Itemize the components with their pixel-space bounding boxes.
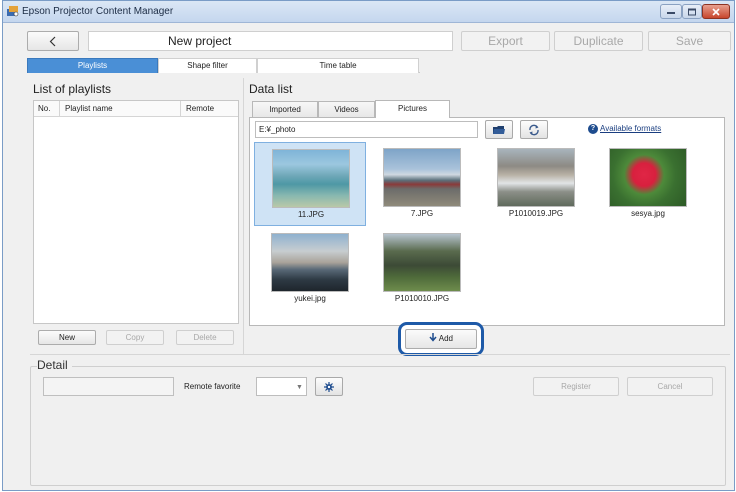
remote-favorite-label: Remote favorite (184, 382, 241, 391)
detail-name-field[interactable] (43, 377, 174, 396)
picture-thumbnail (271, 233, 349, 292)
save-button[interactable]: Save (648, 31, 731, 51)
column-no[interactable]: No. (38, 104, 50, 113)
picture-filename: 7.JPG (410, 209, 434, 218)
close-icon (712, 7, 720, 16)
cancel-button[interactable]: Cancel (627, 377, 713, 396)
picture-filename: P1010010.JPG (394, 294, 450, 303)
playlists-table-header: No. Playlist name Remote (34, 101, 238, 117)
export-button[interactable]: Export (461, 31, 550, 51)
picture-item[interactable]: 11.JPG (254, 142, 366, 226)
tab-shape-filter[interactable]: Shape filter (158, 58, 257, 73)
picture-item[interactable]: P1010019.JPG (480, 142, 592, 226)
column-playlist-name[interactable]: Playlist name (65, 104, 113, 113)
close-button[interactable] (702, 4, 730, 19)
playlists-table[interactable]: No. Playlist name Remote (33, 100, 239, 324)
chevron-down-icon: ▼ (296, 384, 303, 391)
register-button[interactable]: Register (533, 377, 619, 396)
help-icon: ? (588, 124, 598, 134)
maximize-button[interactable] (682, 4, 702, 19)
folder-path-field[interactable]: E:¥_photo (255, 121, 478, 138)
main-tabs: Playlists Shape filter Time table (27, 58, 420, 73)
picture-thumbnail (497, 148, 575, 207)
picture-item[interactable]: P1010010.JPG (366, 227, 478, 311)
picture-item[interactable]: yukei.jpg (254, 227, 366, 311)
picture-thumbnail (272, 149, 350, 208)
section-separator (30, 354, 730, 355)
picture-filename: P1010019.JPG (508, 209, 564, 218)
title-bar: Epson Projector Content Manager (3, 1, 734, 23)
remote-settings-button[interactable] (315, 377, 343, 396)
window-title: Epson Projector Content Manager (22, 6, 174, 17)
detail-heading: Detail (37, 358, 72, 372)
picture-thumbnail (609, 148, 687, 207)
picture-thumbnail (383, 233, 461, 292)
new-playlist-button[interactable]: New (38, 330, 96, 345)
data-list-heading: Data list (249, 82, 293, 96)
remote-favorite-select[interactable]: ▼ (256, 377, 307, 396)
picture-filename: 11.JPG (297, 210, 325, 219)
minimize-icon (667, 11, 675, 14)
folder-icon (493, 125, 505, 134)
tab-imported[interactable]: Imported (252, 101, 318, 118)
toolbar: New project Export Duplicate Save (3, 24, 734, 58)
arrow-down-icon (429, 333, 437, 342)
column-remote[interactable]: Remote (186, 104, 214, 113)
app-icon (7, 6, 19, 17)
browse-folder-button[interactable] (485, 120, 513, 139)
add-button[interactable]: Add (405, 329, 477, 349)
refresh-icon (529, 124, 539, 135)
maximize-icon (688, 8, 696, 15)
add-button-highlight: Add (398, 322, 484, 356)
tab-time-table[interactable]: Time table (257, 58, 419, 73)
copy-playlist-button[interactable]: Copy (106, 330, 164, 345)
tab-videos[interactable]: Videos (318, 101, 375, 118)
tab-playlists[interactable]: Playlists (27, 58, 158, 73)
picture-filename: yukei.jpg (294, 294, 326, 303)
available-formats-link[interactable]: Available formats (600, 124, 661, 133)
tab-pictures[interactable]: Pictures (375, 100, 450, 118)
picture-thumbnail (383, 148, 461, 207)
duplicate-button[interactable]: Duplicate (554, 31, 643, 51)
back-button[interactable] (27, 31, 79, 51)
playlists-heading: List of playlists (33, 82, 112, 96)
picture-item[interactable]: sesya.jpg (592, 142, 704, 226)
refresh-button[interactable] (520, 120, 548, 139)
picture-item[interactable]: 7.JPG (366, 142, 478, 226)
gear-icon (324, 381, 334, 392)
panel-divider (243, 78, 244, 354)
picture-filename: sesya.jpg (631, 209, 665, 218)
add-button-label: Add (438, 334, 453, 343)
chevron-left-icon (49, 36, 56, 47)
minimize-button[interactable] (660, 4, 682, 19)
delete-playlist-button[interactable]: Delete (176, 330, 234, 345)
project-name-field[interactable]: New project (88, 31, 453, 51)
data-list-tabs: Imported Videos Pictures (252, 100, 480, 118)
